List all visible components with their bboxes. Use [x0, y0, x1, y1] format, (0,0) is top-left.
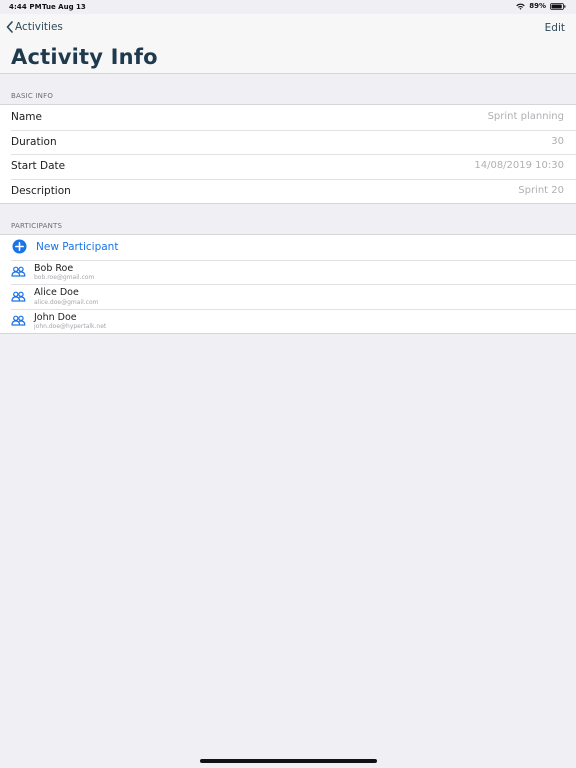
participant-name: Bob Roe [34, 262, 74, 274]
participants-header: PARTICIPANTS [11, 222, 63, 230]
participant-name: Alice Doe [34, 287, 79, 299]
home-indicator[interactable] [200, 759, 377, 763]
status-bar: 4:44 PM Tue Aug 13 89% [0, 0, 576, 14]
row-value: Sprint planning [487, 111, 564, 122]
row-label: Name [11, 111, 42, 123]
row-label: Start Date [11, 160, 66, 173]
participant-row[interactable]: Bob Roe bob.roe@gmail.com [0, 259, 576, 285]
participant-email: alice.doe@gmail.com [34, 298, 99, 306]
participants-group: New Participant Bob Roe bob.roe@gmail.co… [0, 234, 576, 335]
wifi-icon [516, 3, 525, 10]
row-label: Description [11, 184, 71, 197]
duration-row[interactable]: Duration 30 [0, 129, 576, 155]
participant-email: john.doe@hypertalk.net [34, 323, 107, 331]
chevron-left-icon [6, 21, 13, 33]
status-time: 4:44 PM [9, 2, 42, 11]
status-indicators: 89% [516, 2, 566, 10]
basic-info-group: Name Sprint planning Duration 30 Start D… [0, 104, 576, 205]
new-participant-label: New Participant [36, 241, 119, 253]
back-button[interactable]: Activities [6, 21, 63, 33]
battery-percent: 89% [529, 2, 546, 10]
battery-icon [550, 2, 566, 10]
participant-row[interactable]: John Doe john.doe@hypertalk.net [0, 308, 576, 334]
participant-email: bob.roe@gmail.com [34, 274, 95, 281]
page-title: Activity Info [11, 45, 158, 69]
status-date: Tue Aug 13 [42, 2, 86, 11]
people-icon [11, 291, 26, 302]
people-icon [11, 266, 26, 277]
row-label: Duration [11, 135, 57, 148]
people-icon [11, 315, 26, 326]
new-participant-button[interactable]: New Participant [0, 235, 576, 260]
row-value: 30 [551, 135, 564, 147]
row-value: 14/08/2019 10:30 [474, 160, 564, 172]
row-value: Sprint 20 [518, 184, 564, 196]
participant-name: John Doe [34, 311, 77, 323]
start-date-row[interactable]: Start Date 14/08/2019 10:30 [0, 154, 576, 179]
basic-info-header: BASIC INFO [11, 92, 54, 100]
plus-circle-icon [12, 239, 27, 254]
navigation-bar: Activities Edit Activity Info [0, 14, 576, 74]
back-button-label: Activities [15, 21, 63, 33]
participant-row[interactable]: Alice Doe alice.doe@gmail.com [0, 284, 576, 309]
description-row[interactable]: Description Sprint 20 [0, 178, 576, 204]
edit-button[interactable]: Edit [545, 22, 565, 34]
name-row[interactable]: Name Sprint planning [0, 105, 576, 130]
